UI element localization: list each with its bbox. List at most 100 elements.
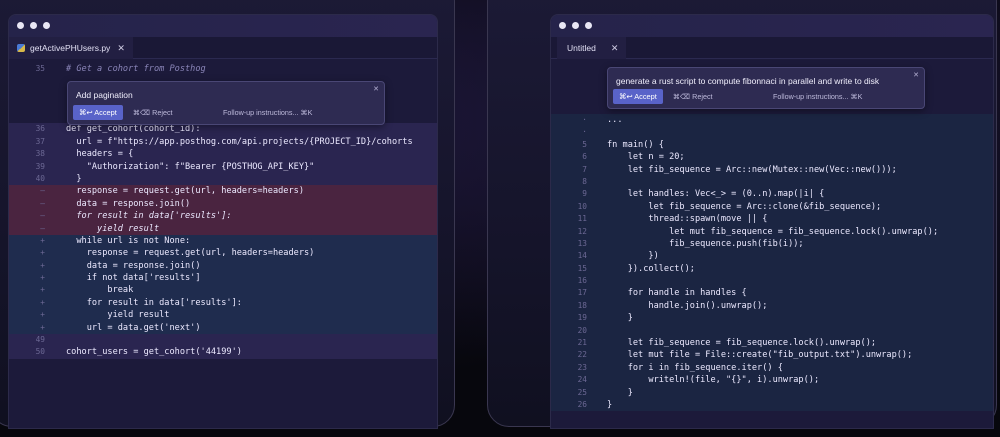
prompt-close-icon[interactable]: ✕ xyxy=(913,71,919,79)
code-line[interactable]: 19 } xyxy=(551,312,993,324)
code-line[interactable]: 8 xyxy=(551,176,993,188)
maximize-window-dot[interactable] xyxy=(585,22,592,29)
line-number: 26 xyxy=(577,399,587,409)
line-number: + xyxy=(40,322,45,332)
code-line[interactable]: 21 let fib_sequence = fib_sequence.lock(… xyxy=(551,337,993,349)
code-line[interactable]: 10 let fib_sequence = Arc::clone(&fib_se… xyxy=(551,201,993,213)
code-text: # Get a cohort from Posthog xyxy=(66,64,206,74)
prompt-text: generate a rust script to compute fibonn… xyxy=(616,76,880,86)
code-line[interactable]: 36 def get_cohort(cohort_id): xyxy=(9,123,437,136)
code-text: }).collect(); xyxy=(607,263,695,274)
code-line[interactable]: + break xyxy=(9,284,437,297)
code-line[interactable]: – yield result xyxy=(9,222,437,235)
code-text: url = data.get('next') xyxy=(66,322,201,333)
line-number: 19 xyxy=(577,313,587,323)
line-number: 15 xyxy=(577,263,587,273)
followup-input[interactable]: Follow-up instructions... ⌘K xyxy=(773,92,862,101)
code-text: yield result xyxy=(66,223,160,234)
line-number: 12 xyxy=(577,226,587,236)
code-line[interactable]: + while url is not None: xyxy=(9,234,437,248)
line-number: 11 xyxy=(577,214,587,224)
maximize-window-dot[interactable] xyxy=(43,22,50,29)
code-line[interactable]: 12 let mut fib_sequence = fib_sequence.l… xyxy=(551,226,993,238)
code-line[interactable]: 35 # Get a cohort from Posthog xyxy=(9,63,437,75)
code-line[interactable]: 40 } xyxy=(9,172,437,186)
tab-untitled[interactable]: Untitled ✕ xyxy=(557,37,627,59)
code-text: } xyxy=(607,399,613,410)
line-number: + xyxy=(40,285,45,295)
minimize-window-dot[interactable] xyxy=(572,22,579,29)
code-line[interactable]: – response = request.get(url, headers=he… xyxy=(9,185,437,198)
window-controls xyxy=(559,22,592,29)
code-line[interactable]: – for result in data['results']: xyxy=(9,210,437,223)
code-line[interactable]: 13 fib_sequence.push(fib(i)); xyxy=(551,238,993,250)
code-line[interactable]: 49 xyxy=(9,334,437,347)
code-text: } xyxy=(607,313,633,324)
line-number: 6 xyxy=(582,152,587,162)
line-number: 17 xyxy=(577,288,587,298)
code-line[interactable]: 9 let handles: Vec<_> = (0..n).map(|i| { xyxy=(551,188,993,200)
code-line[interactable]: 11 thread::spawn(move || { xyxy=(551,213,993,225)
code-text: } xyxy=(66,173,82,184)
code-line[interactable]: 18 handle.join().unwrap(); xyxy=(551,300,993,312)
code-line[interactable]: 39 "Authorization": f"Bearer {POSTHOG_AP… xyxy=(9,160,437,173)
code-line[interactable]: · xyxy=(551,126,993,138)
code-text: for result in data['results']: xyxy=(66,297,242,308)
accept-button[interactable]: ⌘↩ Accept xyxy=(613,89,663,104)
right-code-editor[interactable]: ·... · 5 fn main() {6 let n = 20; 7 let fib_… xyxy=(551,114,993,412)
line-number: + xyxy=(40,273,45,283)
reject-button[interactable]: ⌘⌫ Reject xyxy=(133,108,173,117)
close-window-dot[interactable] xyxy=(17,22,24,29)
code-line[interactable]: 26} xyxy=(551,399,993,411)
code-line[interactable]: 38 headers = { xyxy=(9,148,437,161)
code-line[interactable]: + response = request.get(url, headers=he… xyxy=(9,247,437,260)
followup-input[interactable]: Follow-up instructions... ⌘K xyxy=(223,108,312,117)
code-line[interactable]: 23 for i in fib_sequence.iter() { xyxy=(551,362,993,374)
code-text: } xyxy=(607,387,633,398)
code-line[interactable]: 22 let mut file = File::create("fib_outp… xyxy=(551,349,993,361)
code-line[interactable]: 50 cohort_users = get_cohort('44199') xyxy=(9,346,437,359)
code-line[interactable]: 37 url = f"https://app.posthog.com/api.p… xyxy=(9,135,437,149)
tab-getactivephusers[interactable]: getActivePHUsers.py ✕ xyxy=(9,37,133,59)
code-text: response = request.get(url, headers=head… xyxy=(66,248,315,259)
code-line[interactable]: ·... xyxy=(551,114,993,126)
code-line[interactable]: 14 }) xyxy=(551,250,993,262)
code-line[interactable]: + data = response.join() xyxy=(9,259,437,273)
code-line[interactable]: 25 } xyxy=(551,387,993,399)
line-number: 37 xyxy=(35,136,45,146)
code-line[interactable]: + yield result xyxy=(9,309,437,322)
code-text: if not data['results'] xyxy=(66,273,201,284)
line-number: 7 xyxy=(582,164,587,174)
code-line[interactable]: 24 writeln!(file, "{}", i).unwrap(); xyxy=(551,374,993,386)
code-line[interactable]: 17 for handle in handles { xyxy=(551,287,993,299)
line-number: 8 xyxy=(582,176,587,186)
code-line[interactable]: 16 xyxy=(551,275,993,287)
code-text: response = request.get(url, headers=head… xyxy=(66,186,304,197)
code-line[interactable]: 15 }).collect(); xyxy=(551,263,993,275)
prompt-close-icon[interactable]: ✕ xyxy=(373,85,379,93)
line-number: + xyxy=(40,248,45,258)
code-line[interactable]: – data = response.join() xyxy=(9,197,437,211)
code-text: thread::spawn(move || { xyxy=(607,214,768,225)
code-line[interactable]: + for result in data['results']: xyxy=(9,296,437,310)
close-tab-icon[interactable]: ✕ xyxy=(117,43,125,54)
python-file-icon xyxy=(17,44,25,52)
code-text: let n = 20; xyxy=(607,152,685,163)
code-line[interactable]: 20 xyxy=(551,325,993,337)
line-number: + xyxy=(40,235,45,245)
close-tab-icon[interactable]: ✕ xyxy=(611,43,619,54)
reject-button[interactable]: ⌘⌫ Reject xyxy=(673,92,713,101)
code-line[interactable]: 5 fn main() { xyxy=(551,139,993,151)
minimize-window-dot[interactable] xyxy=(30,22,37,29)
code-line[interactable]: + if not data['results'] xyxy=(9,272,437,285)
code-text: let fib_sequence = fib_sequence.lock().u… xyxy=(607,338,877,349)
code-line[interactable]: 6 let n = 20; xyxy=(551,151,993,163)
code-line[interactable]: 7 let fib_sequence = Arc::new(Mutex::new… xyxy=(551,164,993,176)
line-number: 39 xyxy=(35,161,45,171)
code-text: while url is not None: xyxy=(66,235,191,246)
code-text: let mut file = File::create("fib_output.… xyxy=(607,350,913,361)
accept-button[interactable]: ⌘↩ Accept xyxy=(73,105,123,120)
code-line[interactable]: + url = data.get('next') xyxy=(9,321,437,335)
close-window-dot[interactable] xyxy=(559,22,566,29)
right-editor-window: Untitled ✕ ·... · 5 fn main() {6 let n = 20… xyxy=(550,14,994,429)
